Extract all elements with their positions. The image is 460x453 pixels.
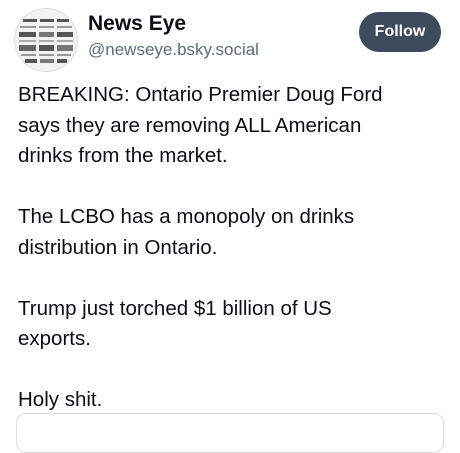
- post-text-line: says they are removing ALL American: [18, 113, 362, 137]
- post-text-line: Trump just torched $1 billion of US: [18, 296, 332, 320]
- post-paragraph: Trump just torched $1 billion of US expor…: [18, 294, 448, 355]
- post-paragraph: Holy shit.: [18, 385, 448, 416]
- post-text: BREAKING: Ontario Premier Doug Ford says …: [18, 80, 448, 446]
- post-text-line: drinks from the market.: [18, 144, 228, 167]
- post-text-line: exports.: [18, 327, 91, 350]
- post-paragraph: The LCBO has a monopoly on drinks distrib…: [18, 202, 448, 263]
- newspaper-collage-icon: [15, 9, 77, 71]
- embedded-card[interactable]: [16, 413, 444, 453]
- post-text-line: distribution in Ontario.: [18, 235, 218, 259]
- author-display-name[interactable]: News Eye: [88, 12, 186, 36]
- author-handle[interactable]: @newseye.bsky.social: [88, 40, 259, 60]
- follow-button[interactable]: Follow: [359, 12, 441, 52]
- post-text-line: The LCBO has a monopoly on drinks: [18, 205, 355, 228]
- post-text-line: BREAKING: Ontario Premier Doug Ford: [18, 83, 383, 106]
- post-paragraph: BREAKING: Ontario Premier Doug Ford says …: [18, 80, 448, 172]
- post-card: News Eye @newseye.bsky.social Follow BRE…: [0, 0, 460, 453]
- author-avatar[interactable]: [14, 8, 78, 72]
- post-text-line: Holy shit.: [18, 388, 103, 411]
